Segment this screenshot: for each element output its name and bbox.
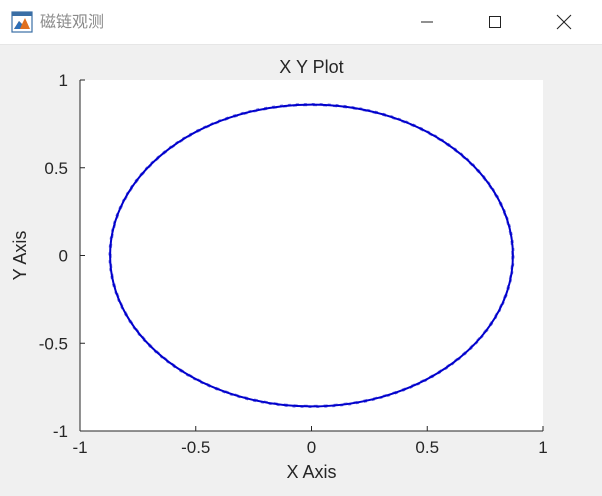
y-tick-label: -1 bbox=[53, 422, 68, 441]
maximize-button[interactable] bbox=[472, 0, 518, 44]
y-tick-label: 1 bbox=[59, 71, 68, 90]
minimize-button[interactable] bbox=[404, 0, 450, 44]
axes-background bbox=[80, 80, 543, 431]
close-button[interactable] bbox=[541, 0, 587, 44]
maximize-icon bbox=[489, 16, 501, 28]
y-tick-label: 0 bbox=[59, 247, 68, 266]
matlab-figure-icon bbox=[11, 11, 33, 33]
x-tick-label: 0 bbox=[307, 438, 316, 457]
x-tick-label: -1 bbox=[72, 438, 87, 457]
window-title: 磁链观测 bbox=[40, 12, 105, 31]
x-tick-label: -0.5 bbox=[181, 438, 210, 457]
minimize-icon bbox=[421, 21, 433, 23]
y-axis-label: Y Axis bbox=[10, 231, 30, 281]
x-axis-label: X Axis bbox=[286, 462, 336, 482]
title-bar[interactable]: 磁链观测 bbox=[0, 0, 602, 45]
figure-window: 磁链观测 -1 -0.5 0 0.5 1 -1 -0.5 0 0.5 1 X Y Plot X Axi… bbox=[0, 0, 602, 496]
y-tick-label: 0.5 bbox=[44, 159, 68, 178]
figure-canvas: -1 -0.5 0 0.5 1 -1 -0.5 0 0.5 1 X Y Plot X Axis Y Ax… bbox=[0, 45, 602, 496]
xy-plot[interactable]: -1 -0.5 0 0.5 1 -1 -0.5 0 0.5 1 X Y Plot X Axis Y Ax… bbox=[0, 45, 602, 496]
y-tick-label: -0.5 bbox=[39, 334, 68, 353]
close-icon bbox=[556, 14, 572, 30]
x-tick-label: 1 bbox=[538, 438, 547, 457]
x-tick-label: 0.5 bbox=[415, 438, 439, 457]
chart-title: X Y Plot bbox=[279, 57, 343, 77]
